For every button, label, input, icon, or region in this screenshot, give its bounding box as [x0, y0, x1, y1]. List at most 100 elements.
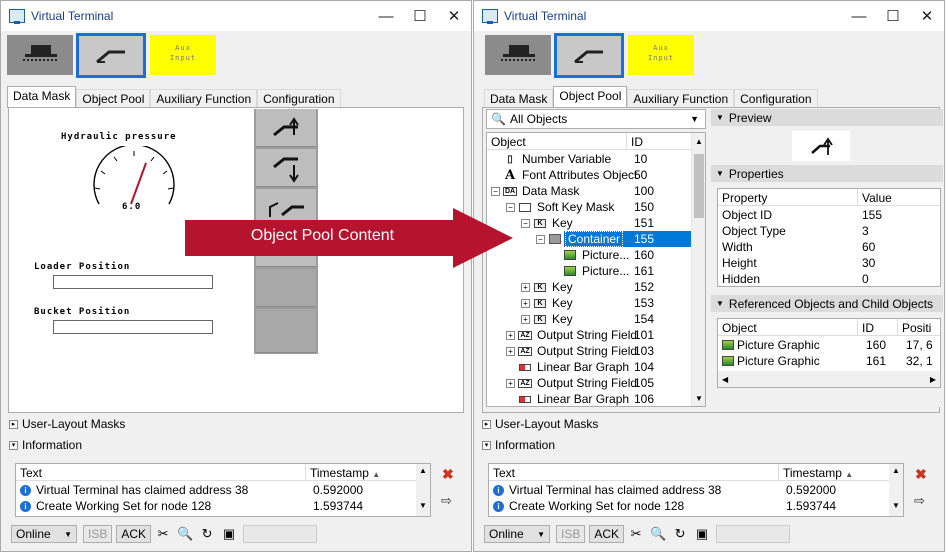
title-bar[interactable]: Virtual Terminal — ☐ ✕ [1, 1, 471, 31]
aux-input-icon[interactable]: Aux Input [628, 35, 694, 75]
collapse-icon[interactable]: − [536, 234, 545, 244]
tree-item[interactable]: ▯ Number Variable 10 [487, 151, 692, 167]
referenced-objects-header[interactable]: ▼ Referenced Objects and Child Objects [711, 295, 943, 312]
info-scrollbar[interactable]: ▲ ▼ [416, 464, 430, 516]
ack-button[interactable]: ACK [589, 525, 625, 543]
tree-item[interactable]: Picture... 160 [487, 247, 692, 263]
expand-icon[interactable]: ▸ [482, 419, 491, 429]
tab-auxiliary-function[interactable]: Auxiliary Function [150, 89, 258, 108]
tab-object-pool[interactable]: Object Pool [553, 86, 628, 108]
referenced-object-row[interactable]: Picture Graphic 161 32, 1 [718, 353, 936, 369]
info-row[interactable]: i Virtual Terminal has claimed address 38… [16, 482, 363, 498]
property-column-header[interactable]: Property [718, 189, 858, 205]
tree-item[interactable]: Picture... 161 [487, 263, 692, 279]
collapse-icon[interactable]: ▾ [482, 440, 491, 450]
minimize-button[interactable]: — [842, 1, 876, 31]
ref-object-column-header[interactable]: Object [718, 319, 858, 335]
tree-item[interactable]: + AZ Output String Field 101 [487, 327, 692, 343]
tree-item[interactable]: + K Key 153 [487, 295, 692, 311]
aux-input-icon[interactable]: Aux Input [150, 35, 216, 75]
object-column-header[interactable]: Object [487, 133, 627, 149]
maximize-button[interactable]: ☐ [876, 1, 910, 31]
tab-object-pool[interactable]: Object Pool [76, 89, 151, 108]
ref-position-column-header[interactable]: Positi [898, 319, 935, 335]
ref-horizontal-scrollbar[interactable]: ◀ ▶ [718, 371, 940, 387]
tree-item[interactable]: + AZ Output String Field 105 [487, 375, 692, 391]
online-select[interactable]: Online ▼ [11, 525, 77, 543]
expand-icon[interactable]: + [521, 314, 530, 324]
close-button[interactable]: ✕ [437, 1, 471, 31]
collapse-icon[interactable]: − [491, 186, 500, 196]
zoom-icon[interactable]: 🔍 [177, 526, 193, 542]
info-row[interactable]: i Create Working Set for node 128 1.593744 [489, 498, 836, 514]
information-header[interactable]: ▾ Information [9, 436, 82, 454]
property-row[interactable]: Width 60 [718, 239, 875, 255]
working-set-implement-icon[interactable] [76, 33, 146, 78]
object-filter-select[interactable]: 🔍 All Objects ▼ [486, 109, 706, 129]
working-set-tractor-icon[interactable] [485, 35, 551, 75]
timestamp-column-header[interactable]: Timestamp ▲ [306, 464, 414, 480]
tree-item[interactable]: A Font Attributes Object 50 [487, 167, 692, 183]
scroll-thumb[interactable] [694, 154, 704, 218]
soft-key-raise[interactable] [256, 109, 316, 147]
user-layout-masks-header[interactable]: ▸ User-Layout Masks [9, 415, 125, 433]
properties-header[interactable]: ▼ Properties [711, 165, 943, 182]
tree-scrollbar[interactable]: ▲ ▼ [691, 133, 705, 406]
refresh-icon[interactable]: ↻ [199, 526, 215, 542]
zoom-icon[interactable]: 🔍 [650, 526, 666, 542]
timestamp-column-header[interactable]: Timestamp ▲ [779, 464, 887, 480]
property-row[interactable]: Hidden 0 [718, 271, 869, 287]
information-header[interactable]: ▾ Information [482, 436, 555, 454]
online-select[interactable]: Online ▼ [484, 525, 550, 543]
ref-id-column-header[interactable]: ID [858, 319, 898, 335]
close-button[interactable]: ✕ [910, 1, 944, 31]
screenshot-icon[interactable]: ▣ [221, 526, 237, 542]
collapse-icon[interactable]: ▾ [9, 440, 18, 450]
tree-item[interactable]: Linear Bar Graph 106 [487, 391, 692, 406]
export-icon[interactable]: ⇨ [914, 493, 925, 509]
id-column-header[interactable]: ID [627, 133, 647, 149]
title-bar[interactable]: Virtual Terminal — ☐ ✕ [474, 1, 944, 31]
isb-button[interactable]: ISB [83, 525, 113, 543]
tree-item[interactable]: + AZ Output String Field 103 [487, 343, 692, 359]
tree-item[interactable]: + K Key 152 [487, 279, 692, 295]
referenced-object-row[interactable]: Picture Graphic 160 17, 6 [718, 337, 936, 353]
preview-header[interactable]: ▼ Preview [711, 109, 943, 126]
property-row[interactable]: Object ID 155 [718, 207, 882, 223]
property-row[interactable]: Object Type 3 [718, 223, 869, 239]
tab-configuration[interactable]: Configuration [257, 89, 341, 108]
text-column-header[interactable]: Text [489, 464, 779, 480]
working-set-implement-icon[interactable] [554, 33, 624, 78]
soft-key-empty-1[interactable] [256, 269, 316, 307]
expand-icon[interactable]: + [506, 330, 515, 340]
working-set-tractor-icon[interactable] [7, 35, 73, 75]
tab-data-mask[interactable]: Data Mask [484, 89, 554, 108]
tree-item[interactable]: − K Key 151 [487, 215, 692, 231]
value-column-header[interactable]: Value [858, 189, 896, 205]
info-row[interactable]: i Virtual Terminal has claimed address 38… [489, 482, 836, 498]
isb-button[interactable]: ISB [556, 525, 586, 543]
expand-icon[interactable]: ▸ [9, 419, 18, 429]
expand-icon[interactable]: + [506, 378, 515, 388]
tree-item[interactable]: − DA Data Mask 100 [487, 183, 692, 199]
expand-icon[interactable]: + [521, 282, 530, 292]
soft-key-lower[interactable] [256, 149, 316, 187]
tab-configuration[interactable]: Configuration [734, 89, 818, 108]
disconnect-icon[interactable]: ✂ [628, 526, 644, 542]
tree-item[interactable]: − Soft Key Mask 150 [487, 199, 692, 215]
tab-auxiliary-function[interactable]: Auxiliary Function [627, 89, 735, 108]
tree-item[interactable]: Linear Bar Graph 104 [487, 359, 692, 375]
expand-icon[interactable]: + [506, 346, 515, 356]
property-row[interactable]: Height 30 [718, 255, 875, 271]
screenshot-icon[interactable]: ▣ [694, 526, 710, 542]
text-column-header[interactable]: Text [16, 464, 306, 480]
collapse-icon[interactable]: − [521, 218, 530, 228]
clear-icon[interactable]: ✖ [915, 466, 927, 483]
ack-button[interactable]: ACK [116, 525, 152, 543]
disconnect-icon[interactable]: ✂ [155, 526, 171, 542]
expand-icon[interactable]: + [521, 298, 530, 308]
info-scrollbar[interactable]: ▲ ▼ [889, 464, 903, 516]
tree-item[interactable]: − Container 155 [487, 231, 692, 247]
soft-key-empty-2[interactable] [256, 309, 316, 353]
user-layout-masks-header[interactable]: ▸ User-Layout Masks [482, 415, 598, 433]
